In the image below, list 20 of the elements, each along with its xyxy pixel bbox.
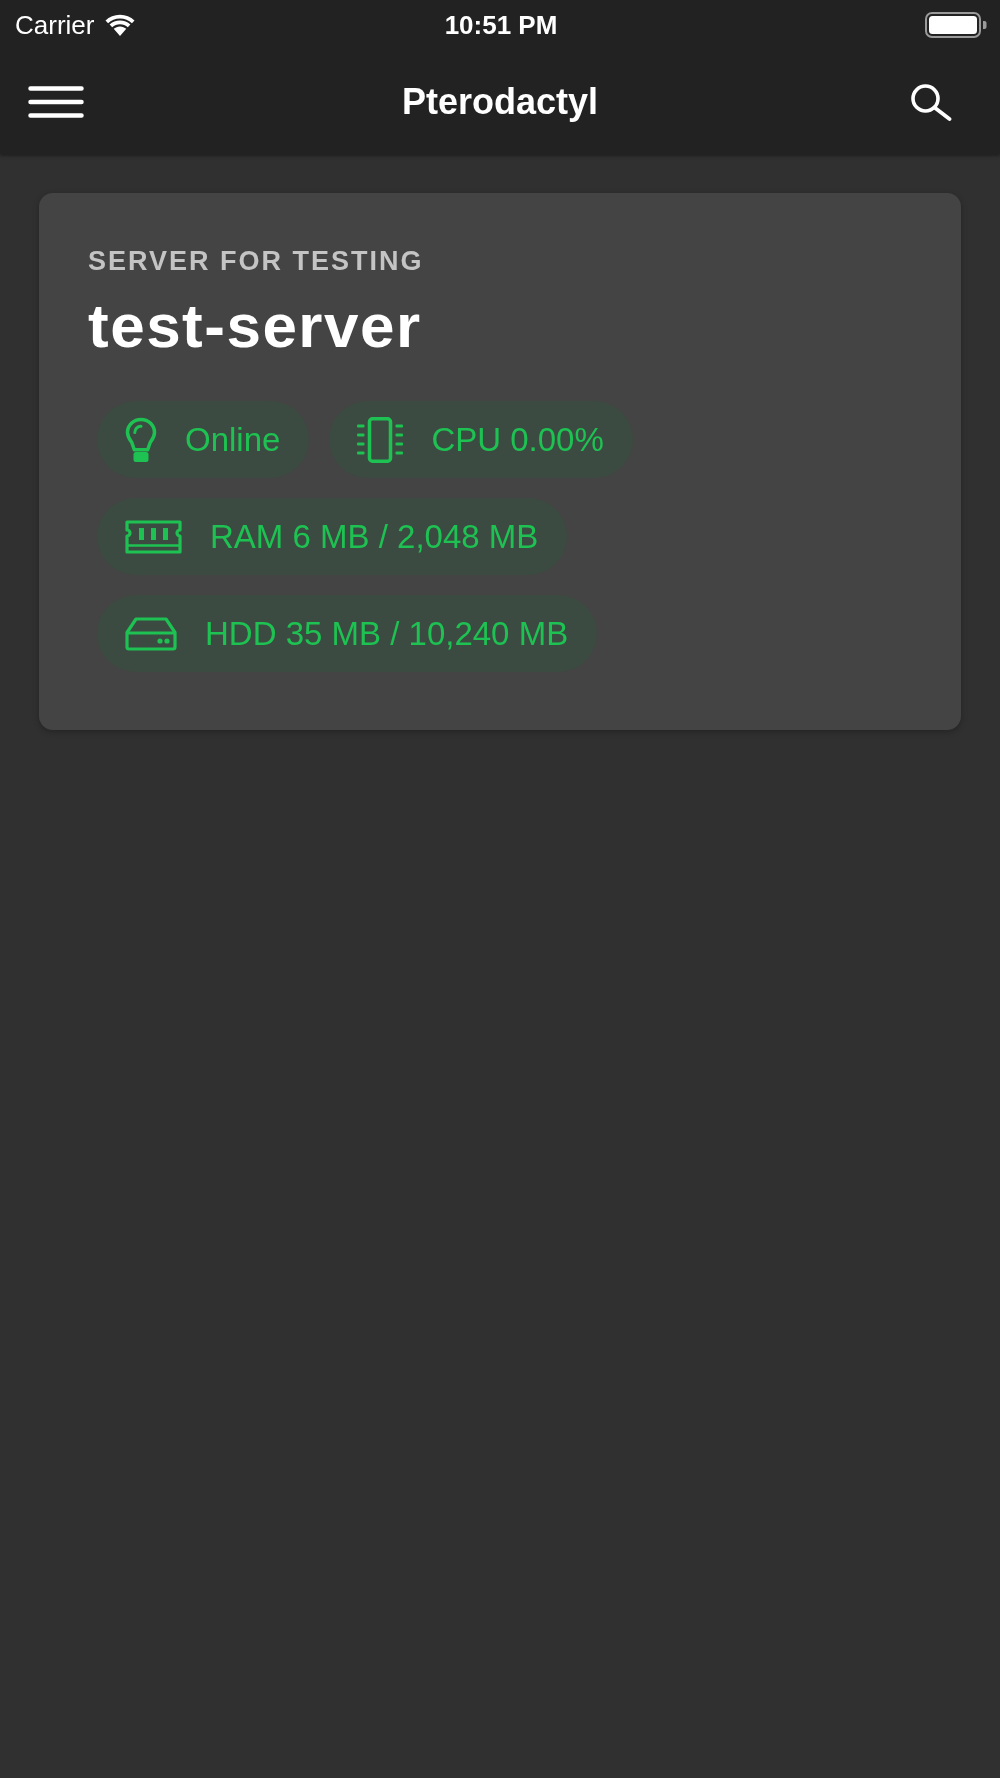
memory-stick-icon <box>125 519 182 554</box>
lightbulb-icon <box>125 416 157 463</box>
stat-label: RAM 6 MB / 2,048 MB <box>210 517 539 556</box>
menu-icon <box>28 86 84 118</box>
stat-label: HDD 35 MB / 10,240 MB <box>205 614 569 653</box>
server-name: test-server <box>88 290 422 362</box>
menu-button[interactable] <box>28 86 84 118</box>
search-icon <box>910 83 952 121</box>
clock-time: 10:51 PM <box>444 9 558 40</box>
server-card[interactable]: SERVER FOR TESTING test-server Online CPU 0.00% RAM 6 MB / 2,048 MB HDD 35 MB / 10,240 MB <box>39 193 961 730</box>
stat-label: CPU 0.00% <box>431 420 604 459</box>
server-description: SERVER FOR TESTING <box>88 245 424 278</box>
battery-icon <box>925 12 987 38</box>
wifi-icon <box>104 13 137 37</box>
hard-drive-icon <box>125 616 177 651</box>
chip-icon <box>357 416 404 463</box>
stat-label: Online <box>185 420 281 459</box>
app-title: Pterodactyl <box>401 81 599 122</box>
carrier-label: Carrier <box>15 9 95 41</box>
search-button[interactable] <box>910 83 952 121</box>
